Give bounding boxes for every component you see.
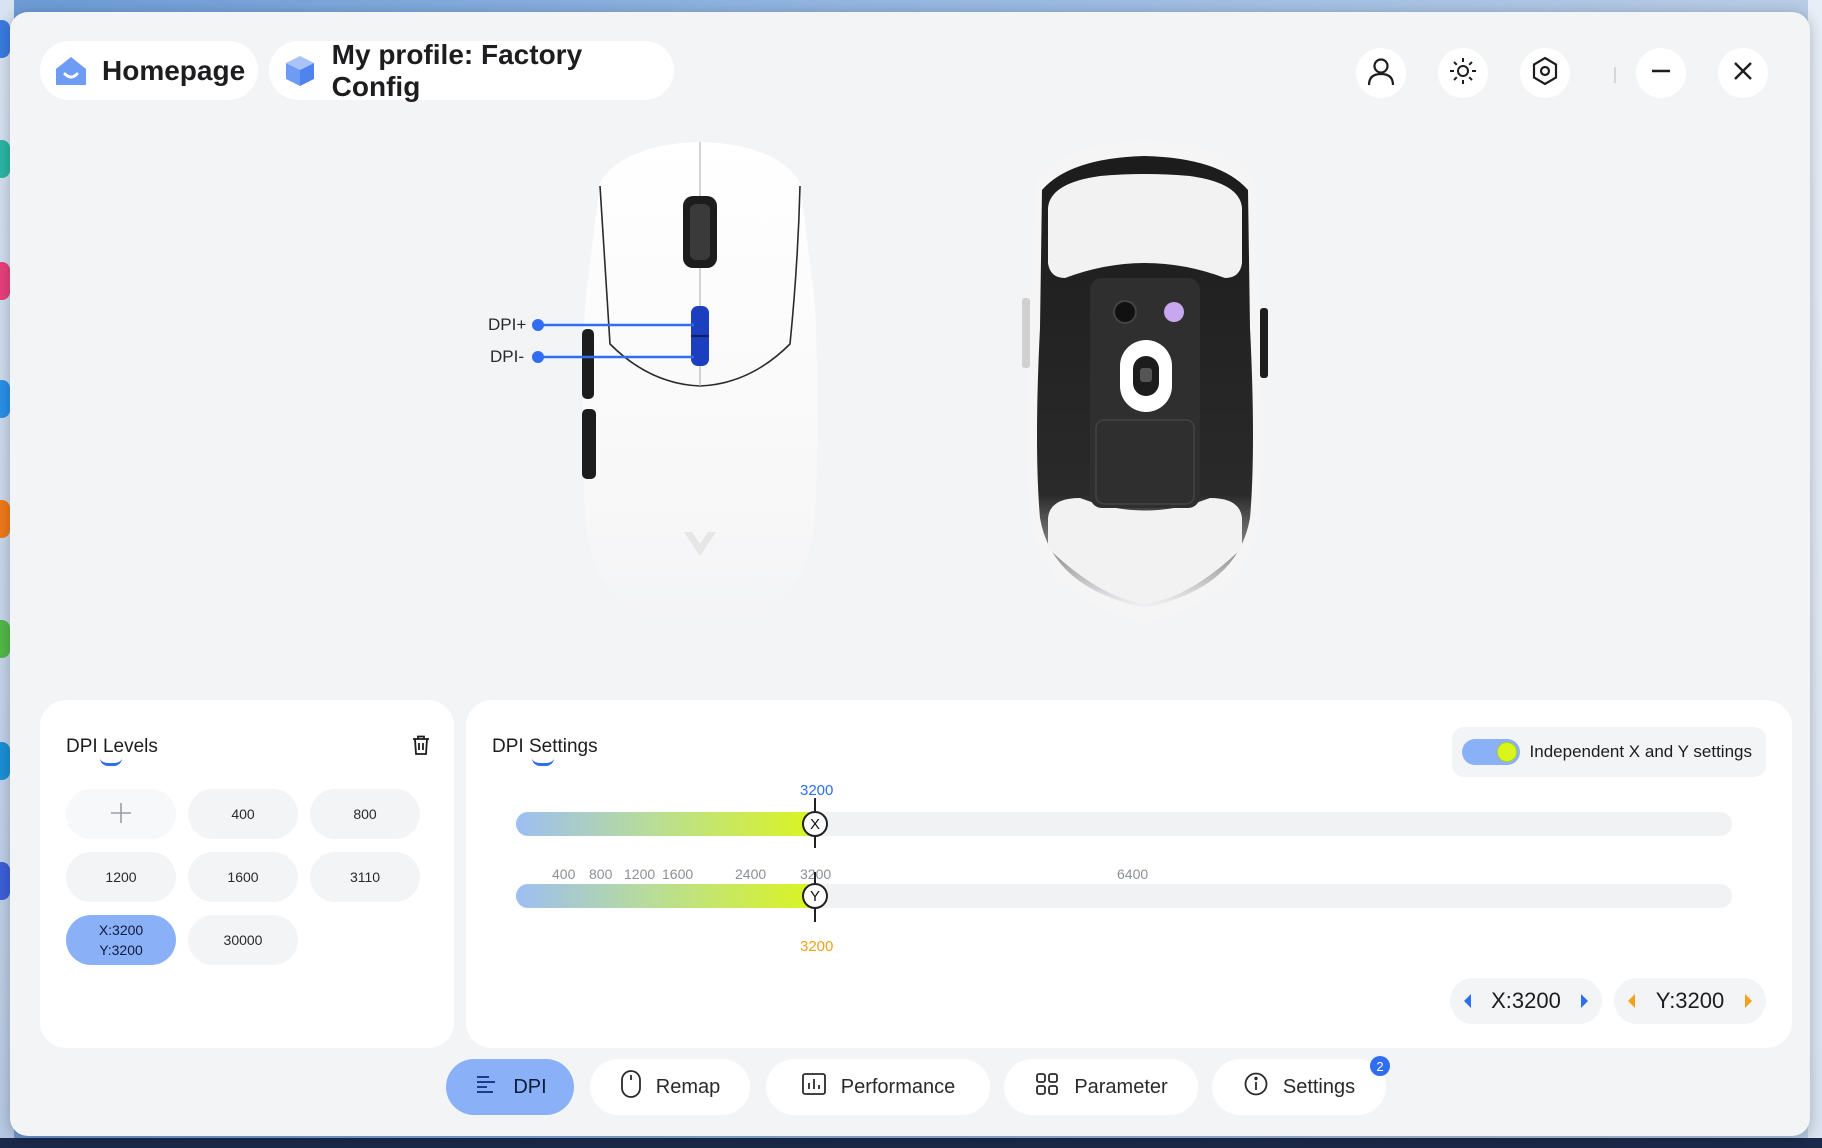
- x-handle-letter: X: [809, 815, 820, 833]
- home-icon: [54, 52, 88, 90]
- info-icon: [1243, 1071, 1269, 1103]
- lighting-button[interactable]: [1438, 48, 1488, 98]
- independent-xy-toggle[interactable]: [1461, 739, 1520, 765]
- dpi-icon: [473, 1071, 499, 1103]
- grid-icon: [1034, 1071, 1060, 1103]
- dpi-level-3110[interactable]: 3110: [310, 852, 420, 902]
- tab-parameter-label: Parameter: [1074, 1075, 1168, 1098]
- mouse-top-view: [582, 142, 818, 624]
- chart-icon: [801, 1071, 827, 1103]
- tick-label: 400: [552, 866, 576, 882]
- x-slider-fill: [516, 812, 819, 836]
- profile-selector[interactable]: My profile: Factory Config: [269, 38, 674, 102]
- tab-remap[interactable]: Remap: [590, 1059, 750, 1115]
- x-dpi-slider[interactable]: [516, 812, 1732, 836]
- dpi-minus-label: DPI-: [490, 347, 524, 366]
- tab-performance-label: Performance: [840, 1075, 956, 1098]
- dpi-levels-card: DPI Levels 400 800 1200 1600 3110 X:3200: [40, 700, 454, 1048]
- x-value-label: 3200: [800, 782, 834, 799]
- minimize-icon: [1649, 59, 1673, 88]
- y-dpi-stepper: Y:3200: [1614, 978, 1766, 1024]
- dpi-plus-label: DPI+: [488, 315, 527, 334]
- independent-xy-setting: Independent X and Y settings: [1451, 727, 1766, 777]
- independent-xy-label: Independent X and Y settings: [1529, 742, 1752, 761]
- x-slider-handle[interactable]: X: [802, 811, 828, 837]
- x-stepper-value[interactable]: X:3200: [1491, 988, 1561, 1014]
- dpi-level-1600[interactable]: 1600: [188, 852, 298, 902]
- header-separator: [1614, 67, 1616, 83]
- settings-notification-badge: 2: [1370, 1056, 1390, 1076]
- active-level-x: X:3200: [98, 922, 144, 938]
- dpi-settings-card: DPI Settings Independent X and Y setting…: [466, 700, 1792, 1048]
- homepage-label: Homepage: [102, 54, 246, 86]
- user-icon: [1365, 55, 1397, 92]
- dpi-level-400[interactable]: 400: [188, 789, 298, 839]
- tab-performance[interactable]: Performance: [766, 1059, 990, 1115]
- add-dpi-level-button[interactable]: [66, 789, 176, 839]
- tick-label: 1600: [662, 866, 694, 882]
- desktop-edge-right: [1808, 0, 1822, 1148]
- title-underline: [100, 758, 122, 766]
- dpi-settings-title: DPI Settings: [492, 736, 598, 757]
- y-slider-fill: [516, 884, 819, 908]
- y-decrease-button[interactable]: [1628, 994, 1635, 1008]
- title-underline: [532, 758, 554, 766]
- tab-settings-label: Settings: [1282, 1075, 1356, 1098]
- tick-label: 1200: [624, 866, 656, 882]
- close-button[interactable]: [1718, 48, 1768, 98]
- y-handle-letter: Y: [809, 887, 820, 905]
- dpi-level-800[interactable]: 800: [310, 789, 420, 839]
- minimize-button[interactable]: [1636, 48, 1686, 98]
- profile-label: My profile: Factory Config: [331, 38, 583, 102]
- tab-settings[interactable]: Settings: [1212, 1059, 1386, 1115]
- sun-lighting-icon: [1448, 56, 1478, 91]
- close-icon: [1731, 59, 1755, 88]
- dpi-levels-title: DPI Levels: [66, 736, 158, 757]
- tab-remap-label: Remap: [655, 1075, 721, 1098]
- y-slider-handle[interactable]: Y: [802, 883, 828, 909]
- active-level-y: Y:3200: [99, 942, 143, 958]
- dpi-level-1200[interactable]: 1200: [66, 852, 176, 902]
- mouse-bottom-view: [1022, 140, 1268, 623]
- trash-icon: [410, 735, 432, 760]
- homepage-button[interactable]: Homepage: [40, 41, 258, 100]
- dpi-level-30000[interactable]: 30000: [188, 915, 298, 965]
- app-window: Homepage My profile: Factory Config DPI+…: [10, 12, 1810, 1136]
- cube-icon: [283, 52, 318, 90]
- tick-label: 2400: [735, 866, 767, 882]
- tick-label: 6400: [1117, 866, 1149, 882]
- mouse-icon: [620, 1069, 642, 1105]
- tab-dpi[interactable]: DPI: [446, 1059, 574, 1115]
- hex-settings-icon: [1530, 56, 1560, 91]
- tab-parameter[interactable]: Parameter: [1004, 1059, 1198, 1115]
- dpi-level-active[interactable]: X:3200 Y:3200: [66, 915, 176, 965]
- dpi-callout-lines: [532, 319, 694, 363]
- y-value-label: 3200: [800, 938, 834, 955]
- taskbar: [0, 1138, 1822, 1148]
- tick-label: 800: [589, 866, 613, 882]
- device-settings-button[interactable]: [1520, 48, 1570, 98]
- y-stepper-value[interactable]: Y:3200: [1656, 988, 1725, 1014]
- plus-icon: [109, 801, 133, 828]
- delete-level-button[interactable]: [410, 734, 432, 756]
- x-decrease-button[interactable]: [1464, 994, 1471, 1008]
- tab-dpi-label: DPI: [513, 1075, 547, 1098]
- x-dpi-stepper: X:3200: [1450, 978, 1602, 1024]
- y-dpi-slider[interactable]: [516, 884, 1732, 908]
- x-increase-button[interactable]: [1580, 994, 1588, 1008]
- y-increase-button[interactable]: [1744, 994, 1752, 1008]
- account-button[interactable]: [1356, 48, 1406, 98]
